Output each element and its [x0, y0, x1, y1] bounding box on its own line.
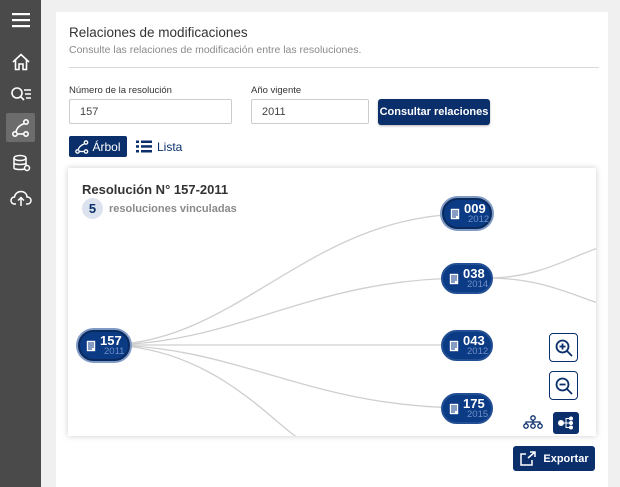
export-button[interactable]: Exportar	[513, 446, 595, 471]
sidebar-item-home[interactable]	[6, 47, 35, 76]
zoom-in-icon	[555, 339, 573, 357]
export-icon	[520, 450, 537, 466]
horizontal-layout-button[interactable]	[553, 412, 579, 434]
tree-node[interactable]: 009 2012	[442, 198, 492, 229]
tree-node[interactable]: 175 2015	[441, 393, 493, 424]
cloud-upload-icon	[9, 190, 32, 206]
document-icon	[449, 402, 459, 415]
hierarchy-icon	[523, 415, 543, 429]
tab-tree-label: Árbol	[92, 139, 121, 154]
consult-relations-button[interactable]: Consultar relaciones	[378, 99, 490, 125]
zoom-out-icon	[555, 377, 573, 395]
page-title: Relaciones de modificaciones	[69, 25, 248, 40]
tab-list[interactable]: Lista	[136, 136, 182, 157]
tree-panel: Resolución N° 157-2011 5 resoluciones vi…	[68, 168, 596, 436]
sidebar	[0, 0, 41, 487]
node-year: 2011	[104, 346, 125, 357]
list-icon	[136, 140, 152, 153]
menu-button[interactable]	[6, 5, 35, 34]
tree-node[interactable]: 038 2014	[441, 263, 493, 294]
database-icon	[12, 154, 30, 171]
link-157-offscreen	[103, 344, 297, 436]
vertical-layout-button[interactable]	[522, 413, 544, 431]
node-year: 2015	[467, 409, 489, 420]
tab-tree[interactable]: Árbol	[69, 136, 127, 157]
resolution-number-label: Número de la resolución	[69, 85, 172, 96]
resolution-number-input[interactable]: 157	[69, 99, 232, 124]
tree-node[interactable]: 043 2012	[441, 330, 493, 361]
document-icon	[86, 339, 96, 352]
sidebar-item-database[interactable]	[6, 148, 35, 177]
export-label: Exportar	[543, 452, 589, 465]
link-038-down	[487, 277, 596, 303]
year-input[interactable]: 2011	[251, 99, 369, 124]
linked-count-label: resoluciones vinculadas	[109, 203, 237, 215]
linked-count-badge: 5	[82, 198, 103, 219]
relations-icon	[11, 118, 29, 137]
document-icon	[450, 207, 460, 220]
link-157-009	[103, 213, 469, 346]
node-year: 2014	[467, 279, 489, 290]
document-icon	[449, 272, 459, 285]
page-subtitle: Consulte las relaciones de modificación …	[69, 44, 362, 56]
horizontal-tree-icon	[558, 416, 573, 430]
main-card: Relaciones de modificaciones Consulte la…	[56, 12, 608, 487]
search-list-icon	[10, 86, 31, 101]
zoom-out-button[interactable]	[549, 371, 578, 400]
tree-title: Resolución N° 157-2011	[82, 182, 229, 197]
tab-list-label: Lista	[157, 139, 183, 154]
tree-node-root[interactable]: 157 2011	[78, 330, 130, 361]
link-157-038	[103, 277, 469, 346]
header-divider	[69, 67, 599, 68]
zoom-in-button[interactable]	[549, 333, 578, 362]
home-icon	[11, 52, 30, 70]
node-year: 2012	[468, 214, 490, 225]
menu-icon	[11, 12, 30, 27]
tree-icon	[75, 139, 89, 154]
sidebar-item-search[interactable]	[6, 80, 35, 109]
year-label: Año vigente	[251, 85, 302, 96]
sidebar-item-relations[interactable]	[6, 113, 35, 142]
document-icon	[449, 339, 459, 352]
link-157-175	[103, 344, 469, 409]
link-038-up	[487, 248, 596, 279]
node-year: 2012	[467, 346, 489, 357]
sidebar-item-upload[interactable]	[6, 183, 35, 212]
